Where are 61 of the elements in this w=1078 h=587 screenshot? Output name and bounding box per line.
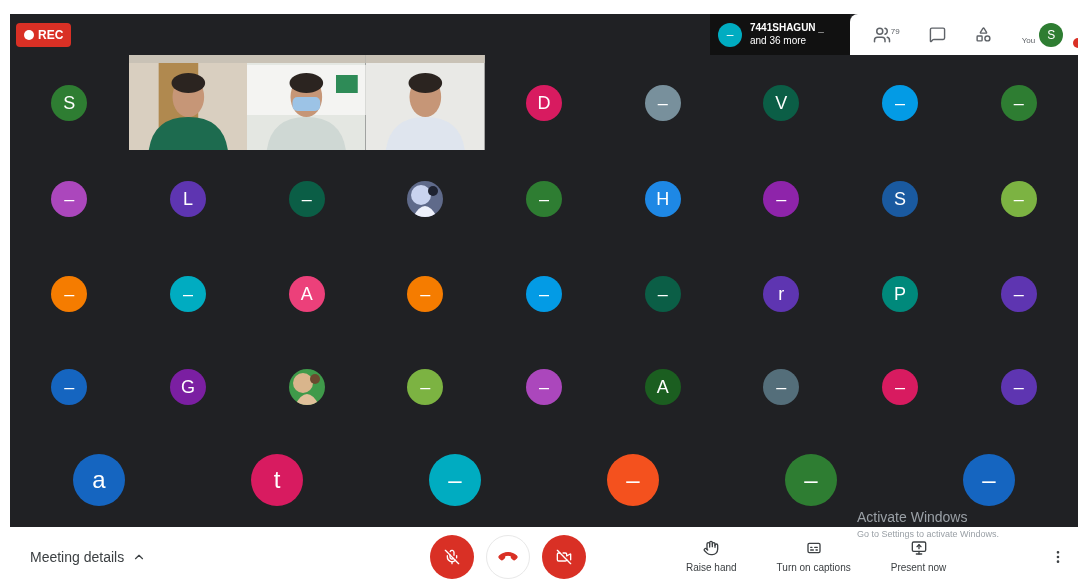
avatar: – [882,368,918,405]
avatar: – [407,276,444,312]
avatar: H [644,181,681,217]
avatar: – [1000,84,1037,121]
people-count: 79 [890,25,900,38]
avatar: A [644,368,681,405]
avatar: – [763,368,800,405]
hand-icon [703,539,720,556]
avatar: – [51,181,88,217]
toolbar-action-button[interactable]: Present now [890,539,947,575]
avatar: – [526,368,562,405]
avatar: – [607,454,659,506]
avatar: V [763,84,800,121]
activities-icon[interactable] [975,26,993,43]
avatar: D [526,84,562,121]
avatar: t [251,454,303,506]
avatar: – [1000,368,1037,405]
avatar: – [407,368,444,405]
recording-label: REC [38,26,64,43]
avatar: L [170,181,206,217]
avatar: – [51,368,88,405]
avatar: – [1000,276,1037,312]
people-icon [872,25,891,44]
avatar: – [763,181,800,217]
presenter-name: 7441SHAGUN _ [750,22,824,35]
avatar: – [644,84,681,121]
avatar: A [288,276,325,312]
activation-title: Activate Windows [857,508,969,527]
avatar: – [170,276,206,312]
avatar: – [882,84,918,121]
avatar: – [288,181,325,217]
camera-off-icon [556,549,572,565]
avatar: S [882,181,918,217]
avatar: S [1039,22,1064,47]
microphone-off-icon [444,549,460,565]
meeting-details-button[interactable]: Meeting details [30,547,430,567]
camera-off-button[interactable] [542,535,586,579]
toolbar-action-button[interactable]: Raise hand [686,539,737,575]
chat-icon[interactable] [929,26,946,43]
avatar: – [785,454,837,506]
you-label: You [1021,34,1036,47]
avatar: – [1000,181,1037,217]
avatar: – [963,454,1015,506]
avatar: S [51,84,88,121]
avatar: P [882,276,918,312]
present-screen-icon [910,539,927,556]
people-button[interactable]: 79 [872,25,900,44]
avatar: r [763,276,800,312]
microphone-off-button[interactable] [430,535,474,579]
avatar: a [73,454,125,506]
avatar: – [526,276,562,312]
activation-subtitle: Go to Settings to activate Windows. [857,528,1000,541]
avatar: G [170,368,206,405]
more-participants: and 36 more [750,34,808,47]
avatar: – [718,22,742,47]
avatar: – [51,276,88,312]
avatar: – [644,276,681,312]
avatar: – [429,454,481,506]
hang-up-button[interactable] [486,535,530,579]
toolbar-action-button[interactable]: Turn on captions [776,539,851,575]
avatar: – [526,181,562,217]
